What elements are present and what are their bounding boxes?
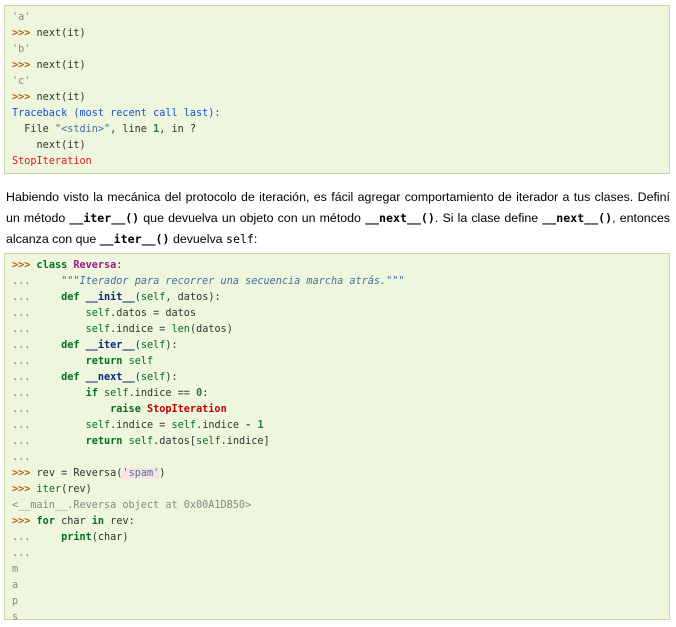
- code-line: >>> rev = Reversa('spam'): [12, 468, 166, 479]
- inline-code: __next__(): [365, 211, 435, 225]
- code-line: >>> iter(rev): [12, 484, 92, 495]
- code-block-reversa-class: >>> class Reversa: ... """Iterador para …: [4, 253, 670, 623]
- code-output-line: m: [12, 564, 19, 575]
- inline-code: __iter__(): [69, 211, 140, 225]
- code-line: ...: [12, 452, 31, 463]
- code-line: ... return self.datos[self.indice]: [12, 436, 270, 447]
- code-line: ... """Iterador para recorrer una secuen…: [12, 276, 405, 287]
- inline-code: __next__(): [542, 211, 613, 225]
- code-line: ... return self: [12, 356, 154, 367]
- code-output-line: 'c': [12, 76, 31, 87]
- inline-code: __iter__(): [99, 232, 170, 246]
- code-output-line: s: [12, 612, 19, 623]
- code-line: ... self.datos = datos: [12, 308, 197, 319]
- code-line: File "<stdin>", line 1, in ?: [12, 124, 197, 135]
- code-block-iterator-demo: 'a' >>> next(it) 'b' >>> next(it) 'c' >>> nex…: [4, 5, 670, 174]
- code-line: ... print(char): [12, 532, 129, 543]
- code-line: >>> next(it): [12, 28, 86, 39]
- code-line: >>> next(it): [12, 92, 86, 103]
- code-line: ... def __init__(self, datos):: [12, 292, 221, 303]
- code-line: ... if self.indice == 0:: [12, 388, 209, 399]
- code-line: >>> for char in rev:: [12, 516, 135, 527]
- code-line: >>> class Reversa:: [12, 260, 123, 271]
- para-text: que devuelva un objeto con un método: [139, 211, 366, 225]
- code-output-line: 'b': [12, 44, 31, 55]
- explanation-paragraph: Habiendo visto la mecánica del protocolo…: [6, 187, 670, 250]
- inline-code: self: [225, 232, 254, 246]
- para-text: :: [253, 232, 258, 246]
- code-line: Traceback (most recent call last):: [12, 108, 221, 119]
- code-line: ... self.indice = self.indice - 1: [12, 420, 264, 431]
- code-output-line: a: [12, 580, 19, 591]
- code-output-line: <__main__.Reversa object at 0x00A1DB50>: [12, 500, 252, 511]
- para-text: devuelva: [169, 232, 226, 246]
- para-text: . Si la clase define: [434, 211, 543, 225]
- code-line: ... def __iter__(self):: [12, 340, 178, 351]
- code-line: >>> next(it): [12, 60, 86, 71]
- code-line: ... self.indice = len(datos): [12, 324, 233, 335]
- code-line: next(it): [36, 140, 86, 151]
- code-line: ... def __next__(self):: [12, 372, 178, 383]
- code-line: StopIteration: [12, 156, 92, 167]
- code-output-line: p: [12, 596, 19, 607]
- code-output-line: 'a': [12, 12, 31, 23]
- code-line: ...: [12, 548, 31, 559]
- code-line: ... raise StopIteration: [12, 404, 227, 415]
